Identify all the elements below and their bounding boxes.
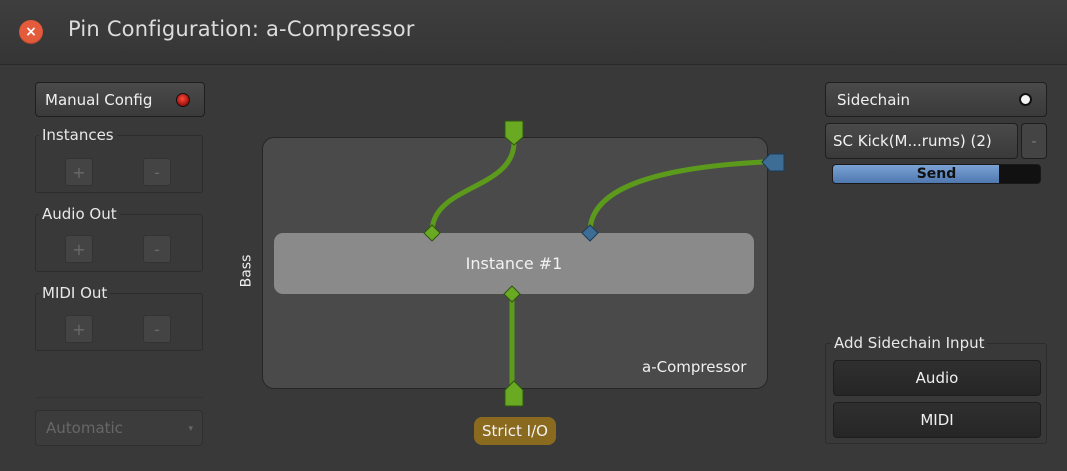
sidechain-wire: [587, 159, 764, 233]
sidechain-button[interactable]: Sidechain: [825, 82, 1047, 117]
sidechain-remove-glyph: -: [1031, 132, 1037, 150]
sidechain-led-icon: [1019, 93, 1032, 106]
audio-button-label: Audio: [915, 369, 959, 387]
add-sidechain-audio-button[interactable]: Audio: [833, 360, 1041, 396]
input-pin-icon[interactable]: [504, 120, 524, 146]
sidechain-label: Sidechain: [837, 90, 911, 109]
output-pin-icon[interactable]: [504, 380, 524, 407]
add-sidechain-label: Add Sidechain Input: [831, 334, 988, 352]
sidechain-remove-button[interactable]: -: [1021, 123, 1047, 159]
send-level-slider[interactable]: Send: [832, 164, 1041, 184]
sidechain-source-label: SC Kick(M...rums) (2): [833, 132, 992, 150]
add-sidechain-midi-button[interactable]: MIDI: [833, 402, 1041, 438]
midi-button-label: MIDI: [920, 411, 954, 429]
sidechain-source-button[interactable]: SC Kick(M...rums) (2): [825, 123, 1018, 159]
plugin-sidechain-port-icon[interactable]: [581, 224, 599, 242]
strict-io-label: Strict I/O: [482, 422, 548, 440]
plugin-input-port-icon[interactable]: [423, 224, 441, 242]
send-label: Send: [916, 166, 957, 182]
sidechain-pin-icon[interactable]: [761, 153, 785, 172]
plugin-output-port-icon[interactable]: [503, 285, 521, 303]
input-wire: [429, 141, 517, 233]
strict-io-button[interactable]: Strict I/O: [474, 417, 556, 445]
